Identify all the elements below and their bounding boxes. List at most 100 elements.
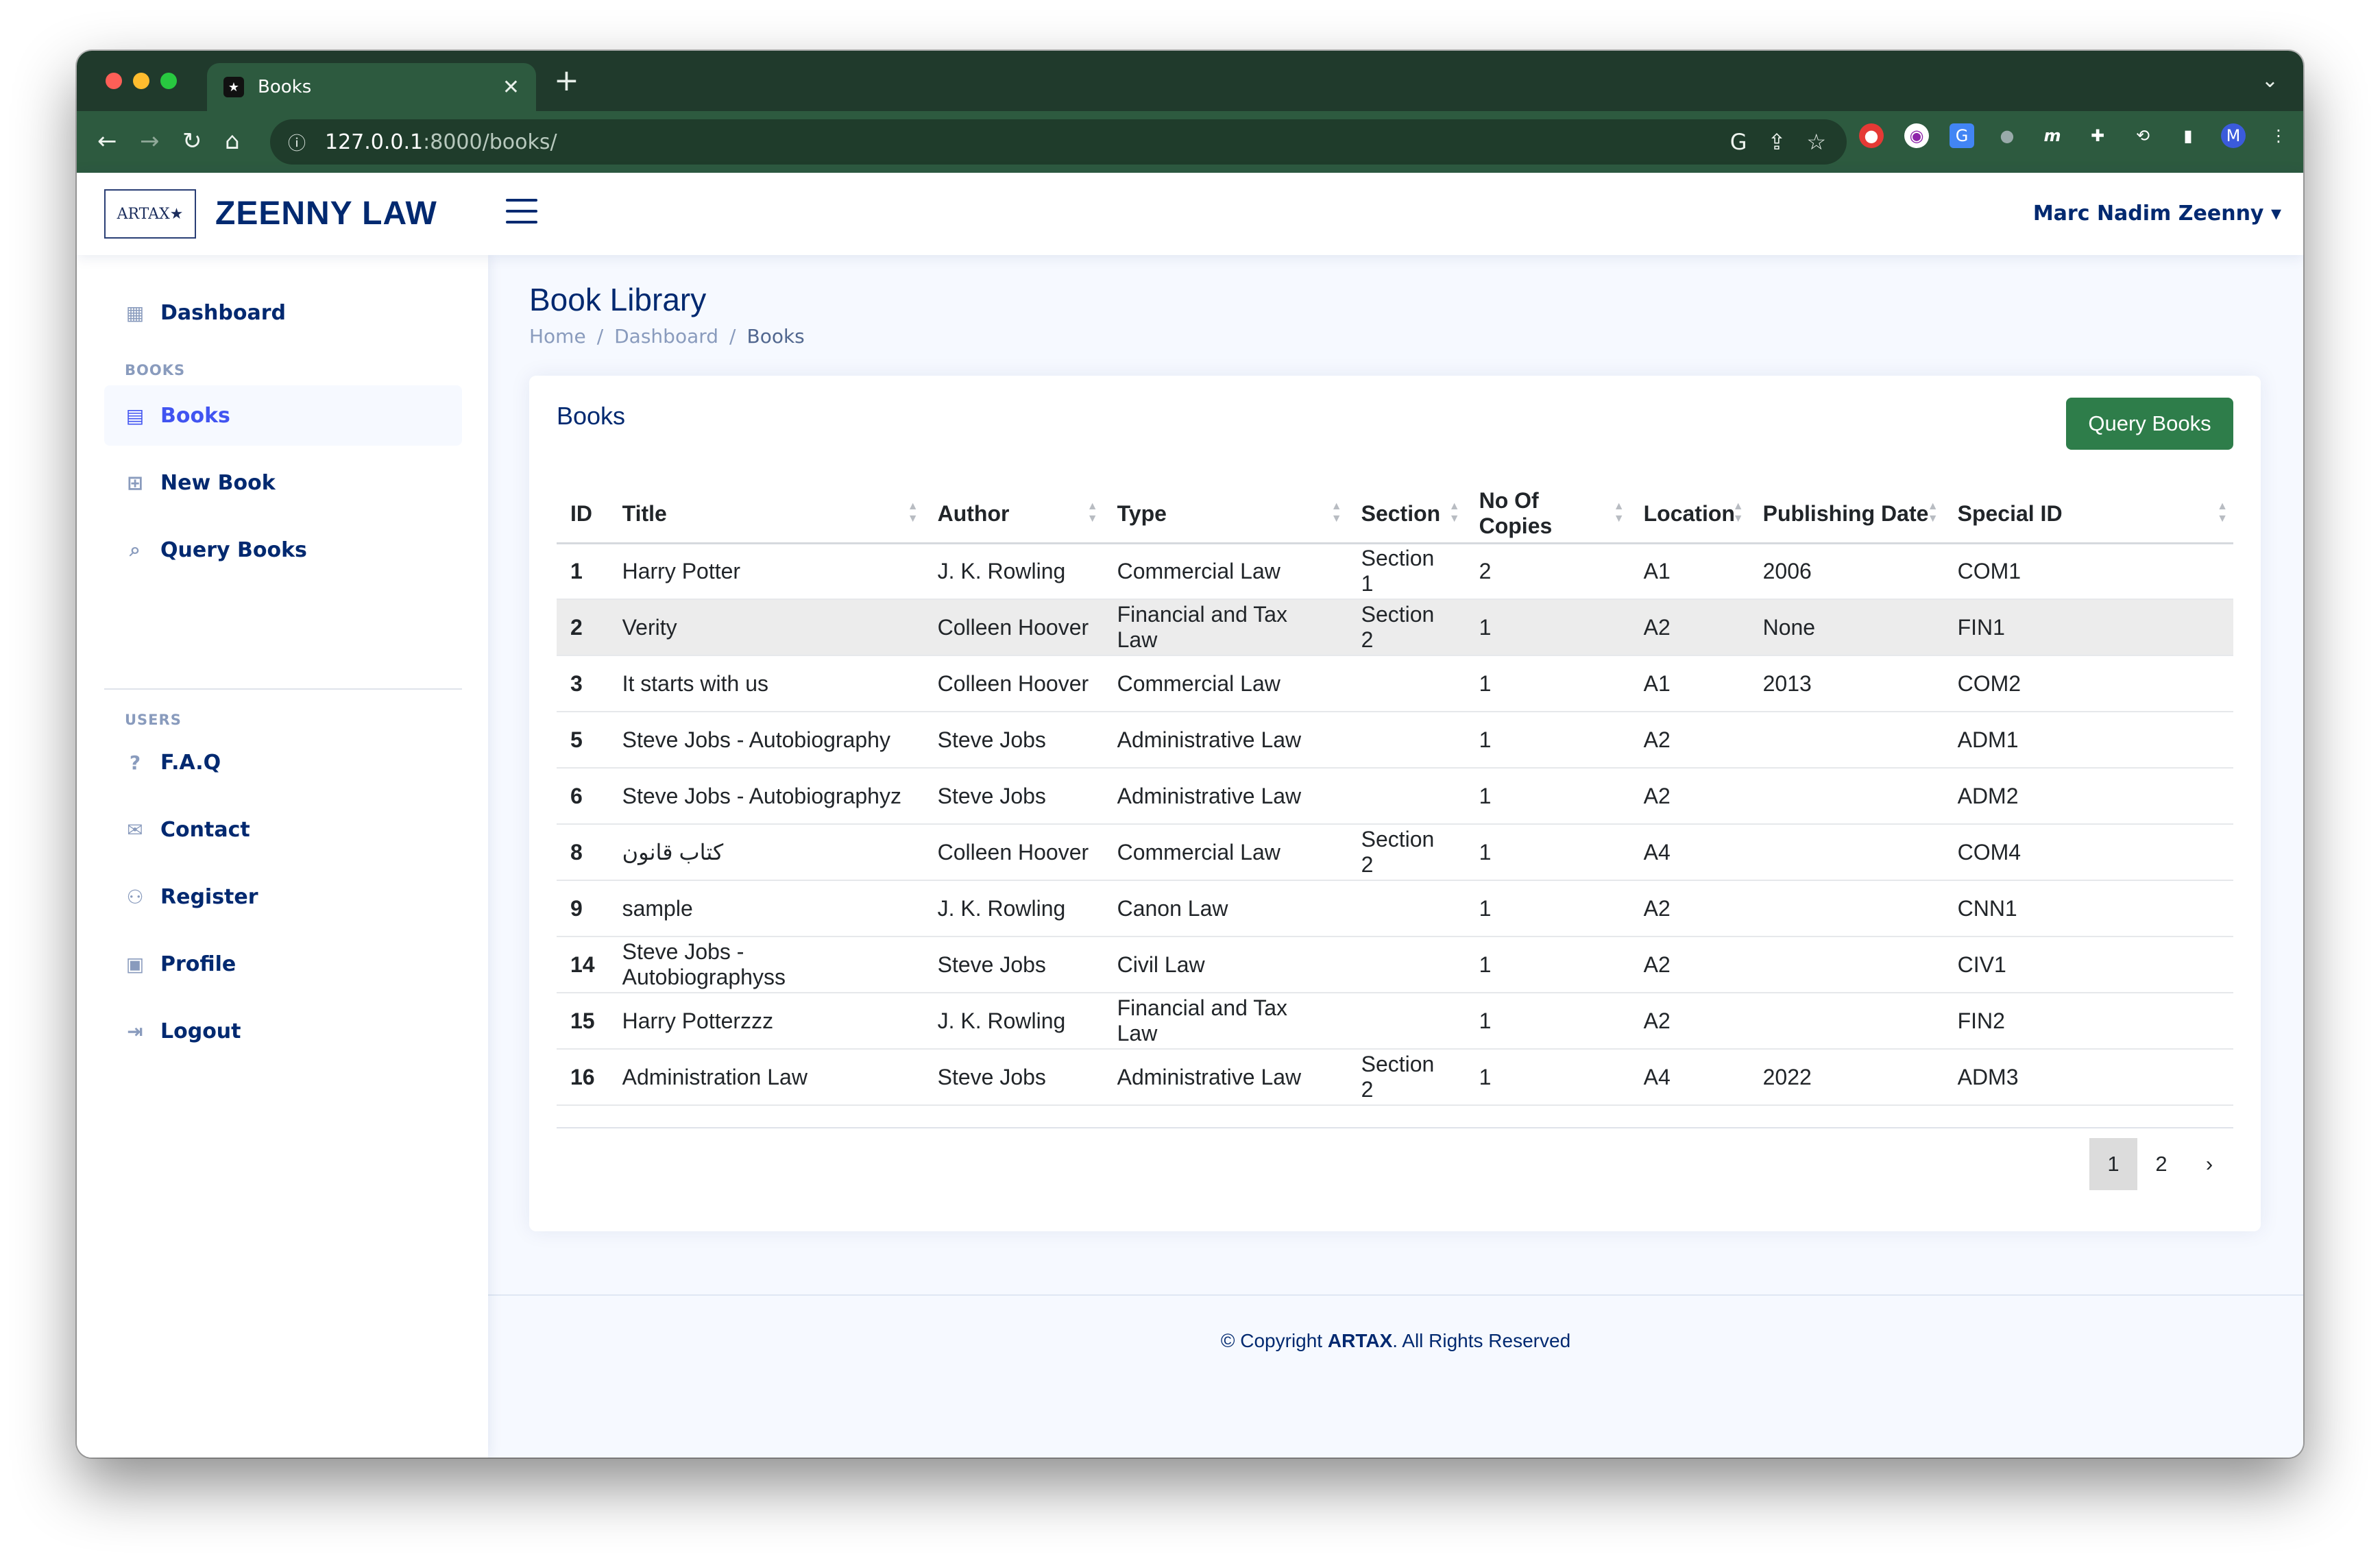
sort-arrows-icon: ▲ ▼ [2217,500,2228,524]
table-row[interactable]: 6 Steve Jobs - Autobiographyz Steve Jobs Ad… [557,768,2233,825]
table-cell [1749,880,1944,937]
table-row[interactable]: 3 It starts with us Colleen Hoover Commerci… [557,655,2233,712]
footer: © Copyright ARTAX. All Rights Reserved [1220,1330,1571,1351]
table-cell: A2 [1629,768,1749,825]
browser-menu-icon[interactable]: ⋮ [2266,123,2291,148]
column-header[interactable]: Author ▲ ▼ [923,485,1104,544]
caret-down-icon: ▾ [2270,202,2281,226]
site-info-icon[interactable]: ⓘ [288,130,315,155]
card-title: Books [557,402,626,430]
table-cell: 2 [557,599,609,656]
column-header[interactable]: No Of Copies ▲ ▼ [1465,485,1630,544]
table-cell [1347,936,1466,993]
table-cell: 1 [1465,1049,1630,1106]
hamburger-menu-icon[interactable] [506,199,537,226]
sidebar-item-profile[interactable]: ▣ Profile [104,934,462,994]
user-menu[interactable]: Marc Nadim Zeenny ▾ [2033,202,2281,226]
sort-arrows-icon: ▲ ▼ [1448,500,1460,524]
next-page-link[interactable]: › [2185,1138,2233,1190]
page-2-link[interactable]: 2 [2137,1138,2185,1190]
table-cell: 14 [557,936,609,993]
table-cell: Steve Jobs - Autobiography [608,712,924,769]
column-header[interactable]: Type ▲ ▼ [1103,485,1348,544]
table-row[interactable]: 2 Verity Colleen Hoover Financial and Tax L… [557,599,2233,656]
reload-icon[interactable]: ↻ [182,126,202,156]
column-header[interactable]: Section ▲ ▼ [1347,485,1466,544]
bookmark-star-icon[interactable]: ☆ [1806,126,1826,158]
table-row[interactable]: 14 Steve Jobs - Autobiographyss Steve Jobs… [557,936,2233,993]
table-cell: 5 [557,712,609,769]
sidebar-item-dashboard[interactable]: ▦ Dashboard [104,282,462,343]
forward-arrow-icon[interactable]: → [140,126,160,156]
table-cell [1347,655,1466,712]
table-cell: Civil Law [1103,936,1348,993]
table-cell [1347,993,1466,1050]
table-cell: Steve Jobs [923,768,1104,825]
table-header-row: ID Title ▲ ▼ Author ▲ ▼ Type ▲ ▼ Section ▲ ▼ No Of Co… [557,485,2233,544]
sidebar-item-contact[interactable]: ✉ Contact [104,799,462,860]
breadcrumb-home[interactable]: Home [529,325,586,348]
extension-grey-icon[interactable]: ● [1995,123,2019,148]
profile-avatar-icon[interactable]: M [2221,123,2246,148]
table-cell: 1 [1465,880,1630,937]
tab-close-icon[interactable]: ✕ [502,75,520,99]
share-icon[interactable]: ⇪ [1768,126,1786,158]
logout-icon: ⇥ [127,1019,143,1043]
table-cell: A2 [1629,880,1749,937]
home-icon[interactable]: ⌂ [225,126,240,156]
table-row[interactable]: 1 Harry Potter J. K. Rowling Commercial Law… [557,543,2233,600]
minimize-window-button[interactable] [133,73,149,89]
side-panel-icon[interactable]: ▮ [2176,123,2200,148]
maximize-window-button[interactable] [160,73,177,89]
logo[interactable]: ARTAX ★ [104,189,196,239]
table-row[interactable]: 16 Administration Law Steve Jobs Administra… [557,1049,2233,1106]
table-cell: Colleen Hoover [923,824,1104,881]
column-header[interactable]: Publishing Date ▲ ▼ [1749,485,1944,544]
table-cell [1749,768,1944,825]
query-books-button[interactable]: Query Books [2066,398,2233,450]
browser-tab[interactable]: ★ Books ✕ [207,63,536,111]
table-cell: CIV1 [1943,936,2233,993]
table-row[interactable]: 9 sample J. K. Rowling Canon Law 1 A2 CNN1 [557,880,2233,937]
sync-icon[interactable]: ⟲ [2130,123,2155,148]
table-cell: Commercial Law [1103,543,1348,600]
back-arrow-icon[interactable]: ← [97,126,117,156]
sidebar-item-query-books[interactable]: ⌕ Query Books [104,520,462,580]
new-tab-icon[interactable]: + [554,66,579,96]
table-row[interactable]: 5 Steve Jobs - Autobiography Steve Jobs Adm… [557,712,2233,769]
column-header[interactable]: Title ▲ ▼ [608,485,924,544]
tab-title: Books [258,77,312,97]
browser-window: ★ Books ✕ + ⌄ ← → ↻ ⌂ ⓘ 127.0.0.1:8000/b… [77,51,2303,1458]
person-badge-icon: ▣ [125,952,145,976]
extension-red-icon[interactable]: ● [1859,123,1884,148]
table-cell: A2 [1629,936,1749,993]
book-icon: ▤ [125,404,145,427]
breadcrumb-dashboard[interactable]: Dashboard [614,325,718,348]
extension-m-icon[interactable]: m [2040,123,2065,148]
extension-purple-icon[interactable]: ◉ [1904,123,1929,148]
table-cell: A2 [1629,599,1749,656]
search-icon: ⌕ [130,538,141,561]
sidebar-item-logout[interactable]: ⇥ Logout [104,1001,462,1061]
table-row[interactable]: 15 Harry Potterzzz J. K. Rowling Financial … [557,993,2233,1050]
footer-divider [488,1294,2303,1296]
table-row[interactable]: 8 كتاب قانون Colleen Hoover Commercial Law S… [557,824,2233,881]
puzzle-icon[interactable]: ✚ [2085,123,2110,148]
sidebar-item-faq[interactable]: ? F.A.Q [104,732,462,793]
sidebar-item-books[interactable]: ▤ Books [104,385,462,446]
brand-name[interactable]: ZEENNY LAW [215,195,437,232]
tab-search-chevron-icon[interactable]: ⌄ [2261,69,2279,93]
sidebar-item-register[interactable]: ⚇ Register [104,867,462,927]
sidebar-item-new-book[interactable]: ⊞ New Book [104,452,462,513]
column-header[interactable]: Location ▲ ▼ [1629,485,1749,544]
url-text[interactable]: 127.0.0.1:8000/books/ [325,130,557,154]
main-content: Book Library Home / Dashboard / Books Bo… [488,255,2303,1458]
sort-arrows-icon: ▲ ▼ [1331,500,1342,524]
translate-icon[interactable]: G [1950,123,1974,148]
footer-brand[interactable]: ARTAX [1328,1330,1392,1351]
column-header[interactable]: Special ID ▲ ▼ [1943,485,2233,544]
close-window-button[interactable] [106,73,122,89]
google-icon[interactable]: G [1730,126,1747,158]
address-bar[interactable]: ⓘ 127.0.0.1:8000/books/ G ⇪ ☆ [270,119,1847,165]
page-1-link[interactable]: 1 [2089,1138,2137,1190]
